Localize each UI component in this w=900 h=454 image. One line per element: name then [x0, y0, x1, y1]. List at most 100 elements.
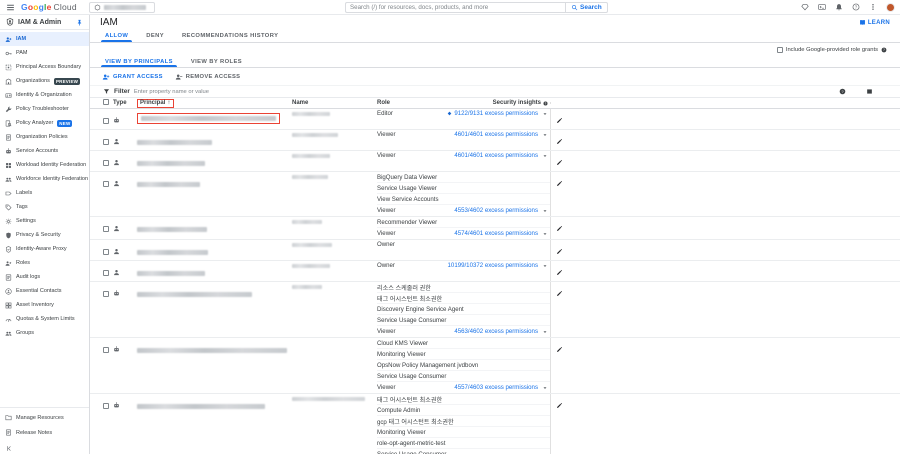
menu-icon[interactable] [6, 3, 15, 12]
cloud-shell-icon[interactable] [818, 3, 826, 11]
tab-allow[interactable]: ALLOW [96, 30, 137, 42]
role-name: BigQuery Data Viewer [377, 174, 437, 181]
edit-principal-icon[interactable] [556, 269, 563, 276]
filter-help-icon[interactable]: ? [839, 88, 846, 95]
edit-principal-icon[interactable] [556, 159, 563, 166]
help-icon[interactable]: ? [852, 3, 860, 11]
sidebar-item-quotas-system-limits[interactable]: Quotas & System Limits [0, 312, 89, 326]
row-checkbox[interactable] [103, 139, 109, 145]
sidebar-item-principal-access-boundary[interactable]: Principal Access Boundary [0, 60, 89, 74]
sidebar-item-policy-analyzer[interactable]: Policy AnalyzerNEW [0, 116, 89, 130]
edit-principal-icon[interactable] [556, 248, 563, 255]
role-name: Service Usage Consumer [377, 373, 446, 380]
col-header-insights[interactable]: Security insights [493, 100, 541, 106]
col-header-principal[interactable]: Principal ↑ [137, 99, 292, 108]
edit-principal-icon[interactable] [556, 180, 563, 187]
sidebar-item-groups[interactable]: Groups [0, 326, 89, 340]
project-selector[interactable] [89, 2, 155, 13]
row-checkbox[interactable] [103, 181, 109, 187]
sidebar-item-identity-aware-proxy[interactable]: Identity-Aware Proxy [0, 242, 89, 256]
sidebar-item-asset-inventory[interactable]: Asset Inventory [0, 298, 89, 312]
pin-icon[interactable] [76, 19, 83, 26]
insights-dropdown-icon[interactable] [540, 132, 550, 138]
grant-access-button[interactable]: GRANT ACCESS [102, 73, 163, 81]
edit-principal-icon[interactable] [556, 117, 563, 124]
sidebar-item-identity-organization[interactable]: Identity & Organization [0, 88, 89, 102]
edit-principal-icon[interactable] [556, 346, 563, 353]
sidebar-item-audit-logs[interactable]: Audit logs [0, 270, 89, 284]
sidebar-item-manage-resources[interactable]: Manage Resources [0, 410, 89, 425]
sidebar-item-policy-troubleshooter[interactable]: Policy Troubleshooter [0, 102, 89, 116]
sidebar-item-essential-contacts[interactable]: Essential Contacts [0, 284, 89, 298]
table-row: Owner [90, 240, 900, 261]
doc-list-icon [5, 429, 12, 436]
avatar[interactable] [886, 3, 895, 12]
sidebar-item-settings[interactable]: Settings [0, 214, 89, 228]
edit-principal-icon[interactable] [556, 225, 563, 232]
sidebar-item-roles[interactable]: Roles [0, 256, 89, 270]
insights-dropdown-icon[interactable] [540, 208, 550, 214]
sidebar-item-tags[interactable]: Tags [0, 200, 89, 214]
security-insights-link[interactable]: 4553/4602 excess permissions [454, 207, 538, 214]
col-header-name[interactable]: Name [292, 100, 377, 106]
row-checkbox[interactable] [103, 347, 109, 353]
search-button[interactable]: Search [565, 2, 608, 13]
tab-view-by-roles[interactable]: VIEW BY ROLES [182, 56, 251, 67]
role-name: 태그 어시스턴트 최소권한 [377, 395, 442, 404]
insights-help-icon[interactable]: ? [543, 101, 548, 106]
insights-dropdown-icon[interactable] [540, 111, 550, 117]
select-all-checkbox[interactable] [103, 99, 109, 105]
remove-access-button[interactable]: REMOVE ACCESS [175, 73, 241, 81]
learn-link[interactable]: LEARN [859, 19, 890, 26]
row-checkbox[interactable] [103, 291, 109, 297]
sidebar-item-labels[interactable]: Labels [0, 186, 89, 200]
role-name: 리소스 스케줄러 권한 [377, 283, 431, 292]
tab-recommendations-history[interactable]: RECOMMENDATIONS HISTORY [173, 30, 287, 42]
search-input[interactable] [345, 2, 565, 13]
sidebar-item-privacy-security[interactable]: Privacy & Security [0, 228, 89, 242]
row-checkbox[interactable] [103, 403, 109, 409]
include-grants-checkbox[interactable] [777, 47, 783, 53]
tab-deny[interactable]: DENY [137, 30, 173, 42]
column-options-icon[interactable] [866, 88, 873, 95]
sidebar-item-iam[interactable]: IAM [0, 32, 89, 46]
edit-principal-icon[interactable] [556, 402, 563, 409]
filter-input[interactable]: Enter property name or value [134, 89, 209, 95]
service-account-icon [113, 117, 120, 124]
sidebar-item-organizations[interactable]: OrganizationsPREVIEW [0, 74, 89, 88]
role-name: Service Usage Consumer [377, 317, 446, 324]
sidebar-item-service-accounts[interactable]: Service Accounts [0, 144, 89, 158]
security-insights-link[interactable]: 4601/4601 excess permissions [454, 152, 538, 159]
sidebar-item-workload-identity-federation[interactable]: Workload Identity Federation [0, 158, 89, 172]
include-grants-help-icon[interactable]: ? [881, 47, 887, 53]
row-checkbox[interactable] [103, 118, 109, 124]
insights-dropdown-icon[interactable] [540, 329, 550, 335]
security-insights-link[interactable]: 4601/4601 excess permissions [454, 131, 538, 138]
free-trial-gem-icon[interactable] [801, 3, 809, 11]
more-options-icon[interactable] [869, 3, 877, 11]
tab-view-by-principals[interactable]: VIEW BY PRINCIPALS [96, 56, 182, 67]
row-checkbox[interactable] [103, 226, 109, 232]
sidebar-item-pam[interactable]: PAM [0, 46, 89, 60]
sidebar-item-workforce-identity-federation[interactable]: Workforce Identity Federation [0, 172, 89, 186]
insights-dropdown-icon[interactable] [540, 385, 550, 391]
row-checkbox[interactable] [103, 270, 109, 276]
insights-dropdown-icon[interactable] [540, 231, 550, 237]
sidebar-item-release-notes[interactable]: Release Notes [0, 425, 89, 440]
row-checkbox[interactable] [103, 160, 109, 166]
col-header-role[interactable]: Role [377, 100, 390, 106]
edit-principal-icon[interactable] [556, 138, 563, 145]
col-header-type[interactable]: Type [113, 100, 137, 106]
security-insights-link[interactable]: 4574/4601 excess permissions [454, 230, 538, 237]
row-checkbox[interactable] [103, 249, 109, 255]
security-insights-link[interactable]: 4563/4602 excess permissions [454, 328, 538, 335]
collapse-sidebar-icon[interactable] [6, 445, 13, 452]
security-insights-link[interactable]: 9122/9131 excess permissions [454, 110, 538, 117]
notifications-icon[interactable] [835, 3, 843, 11]
security-insights-link[interactable]: 4557/4603 excess permissions [454, 384, 538, 391]
security-insights-link[interactable]: 10199/10372 excess permissions [448, 262, 538, 269]
edit-principal-icon[interactable] [556, 290, 563, 297]
insights-dropdown-icon[interactable] [540, 153, 550, 159]
insights-dropdown-icon[interactable] [540, 263, 550, 269]
sidebar-item-organization-policies[interactable]: Organization Policies [0, 130, 89, 144]
